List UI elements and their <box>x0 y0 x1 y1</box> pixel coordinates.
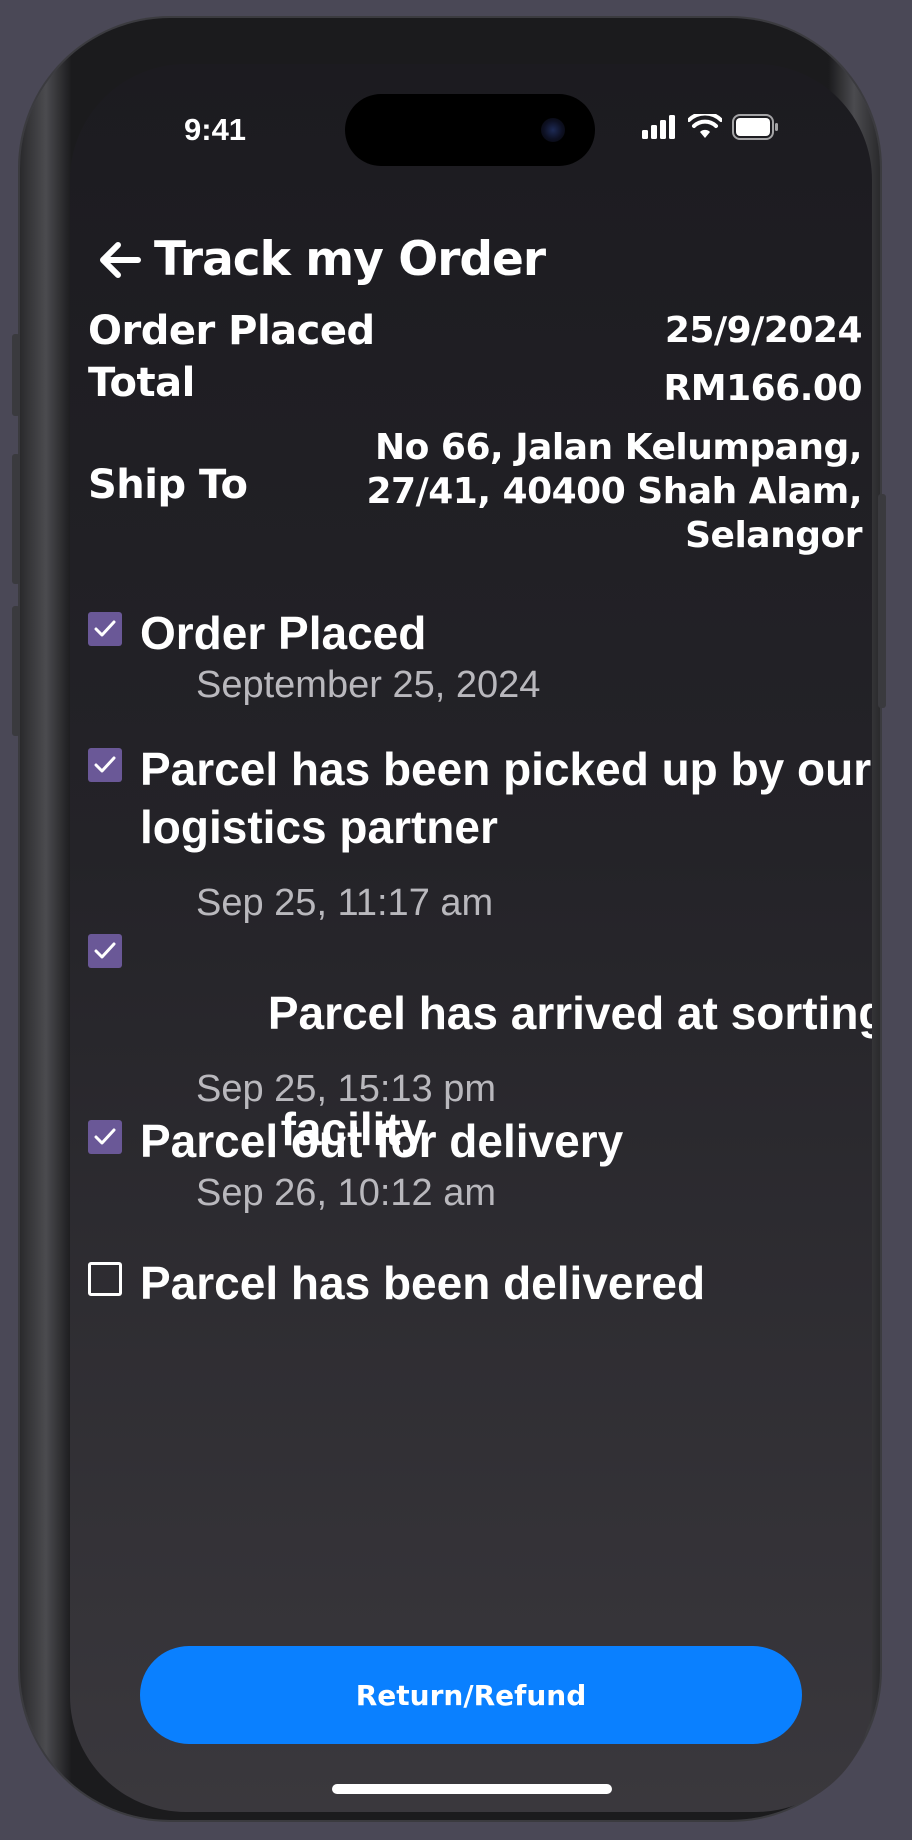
address-line-1: No 66, Jalan Kelumpang, <box>375 427 862 468</box>
step-title-line: Parcel has arrived at sorting <box>267 987 872 1039</box>
step-checkbox[interactable] <box>88 1262 122 1296</box>
step-title-line: logistics partner <box>140 801 498 853</box>
power-button <box>878 494 886 708</box>
step-title-line: Parcel has been picked up by our <box>140 743 872 795</box>
step-time: Sep 25, 11:17 am <box>196 882 494 924</box>
ship-to-label: Ship To <box>88 462 248 508</box>
order-placed-label: Order Placed <box>88 308 375 354</box>
total-value: RM166.00 <box>663 368 863 409</box>
wifi-icon <box>687 111 723 144</box>
step-title: Parcel out for delivery <box>140 1112 623 1170</box>
cellular-signal-icon <box>642 115 678 143</box>
step-time: Sep 26, 10:12 am <box>196 1172 496 1214</box>
front-camera <box>541 118 565 142</box>
page-header: Track my Order <box>96 232 546 287</box>
dynamic-island <box>345 94 595 166</box>
back-arrow-icon[interactable] <box>96 236 144 284</box>
volume-up-button <box>12 454 20 584</box>
battery-icon <box>732 114 780 144</box>
step-time: September 25, 2024 <box>196 664 541 706</box>
app-screen: 9:41 Track my Order Order Placed 25/9/20… <box>70 64 872 1812</box>
address-line-2: 27/41, 40400 Shah Alam, <box>366 471 862 512</box>
step-title: Parcel has been picked up by our logisti… <box>140 740 871 856</box>
phone-frame: 9:41 Track my Order Order Placed 25/9/20… <box>12 18 886 1820</box>
step-checkbox[interactable] <box>88 1120 122 1154</box>
step-title: Parcel has been delivered <box>140 1254 705 1312</box>
total-label: Total <box>88 360 195 406</box>
status-icons <box>642 111 780 144</box>
address-line-3: Selangor <box>685 515 862 556</box>
step-checkbox[interactable] <box>88 612 122 646</box>
step-checkbox[interactable] <box>88 934 122 968</box>
return-refund-button[interactable]: Return/Refund <box>140 1646 802 1744</box>
order-placed-value: 25/9/2024 <box>664 310 863 351</box>
step-title: Order Placed <box>140 604 426 662</box>
status-time: 9:41 <box>184 112 247 147</box>
home-indicator[interactable] <box>332 1784 612 1794</box>
step-time: Sep 25, 15:13 pm <box>196 1068 496 1110</box>
volume-down-button <box>12 606 20 736</box>
step-title-line: Parcel has been delivered <box>140 1257 706 1309</box>
page-title: Track my Order <box>154 232 546 287</box>
step-checkbox[interactable] <box>88 748 122 782</box>
ship-to-address: No 66, Jalan Kelumpang, 27/41, 40400 Sha… <box>366 426 862 558</box>
step-title-line: Parcel out for delivery <box>140 1115 624 1167</box>
step-title-line: Order Placed <box>140 607 427 659</box>
action-button <box>12 334 20 416</box>
